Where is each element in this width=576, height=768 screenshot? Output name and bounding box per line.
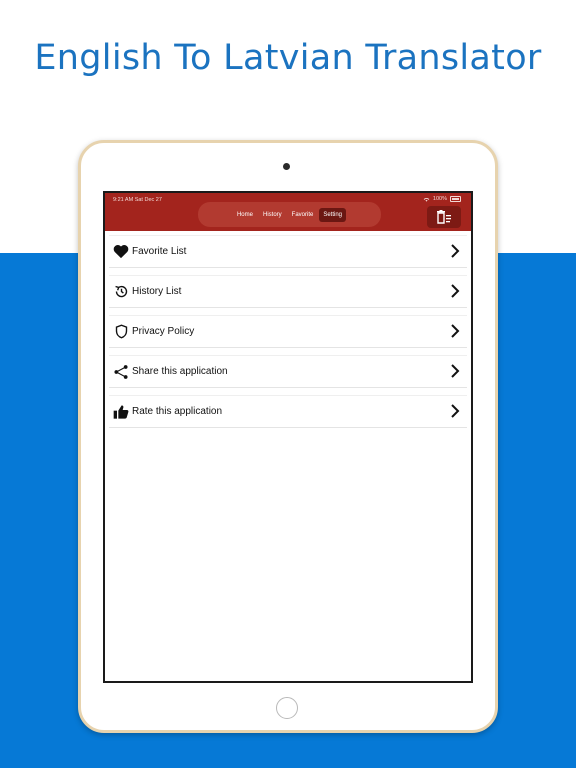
favorite-list-row[interactable]: Favorite List: [109, 235, 467, 268]
share-icon: [112, 363, 130, 381]
battery-icon: [450, 196, 461, 202]
tab-bar: Home History Favorite Setting: [198, 202, 381, 227]
settings-list: Favorite List History List Privacy Polic…: [109, 235, 467, 435]
trash-list-icon: [437, 210, 451, 224]
navigation-bar: 9:21 AM Sat Dec 27 100% Home History Fav…: [105, 193, 471, 231]
status-time: 9:21 AM Sat Dec 27: [113, 197, 162, 203]
promo-headline: English To Latvian Translator: [34, 38, 542, 78]
row-label: Favorite List: [132, 246, 187, 257]
row-label: Privacy Policy: [132, 326, 195, 337]
row-label: Share this application: [132, 366, 228, 377]
privacy-policy-row[interactable]: Privacy Policy: [109, 315, 467, 348]
battery-percent: 100%: [432, 196, 447, 202]
app-screen: 9:21 AM Sat Dec 27 100% Home History Fav…: [103, 191, 473, 683]
home-button: [276, 697, 298, 719]
tab-home[interactable]: Home: [233, 208, 257, 222]
wifi-icon: [423, 197, 430, 202]
clear-button[interactable]: [427, 206, 461, 228]
chevron-right-icon: [451, 324, 460, 338]
tab-setting[interactable]: Setting: [319, 207, 347, 222]
history-list-row[interactable]: History List: [109, 275, 467, 308]
row-label: Rate this application: [132, 406, 223, 417]
shield-icon: [112, 323, 130, 341]
share-app-row[interactable]: Share this application: [109, 355, 467, 388]
thumbs-up-icon: [112, 403, 130, 421]
rate-app-row[interactable]: Rate this application: [109, 395, 467, 428]
row-label: History List: [132, 286, 182, 297]
heart-icon: [112, 243, 130, 261]
chevron-right-icon: [451, 404, 460, 418]
status-right: 100%: [423, 196, 461, 202]
chevron-right-icon: [451, 364, 460, 378]
history-icon: [112, 283, 130, 301]
chevron-right-icon: [451, 284, 460, 298]
chevron-right-icon: [451, 244, 460, 258]
tab-history[interactable]: History: [259, 208, 286, 222]
tab-favorite[interactable]: Favorite: [288, 208, 318, 222]
camera-dot: [283, 163, 290, 170]
